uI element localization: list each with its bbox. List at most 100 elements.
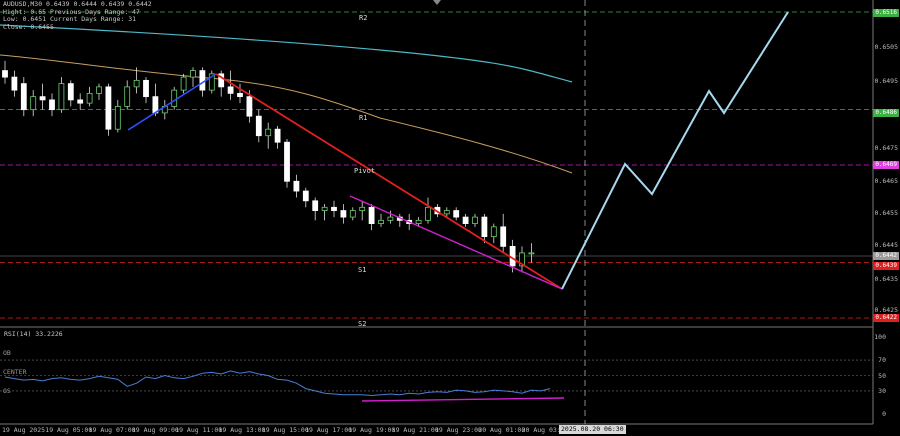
level-s2-label: S2 — [358, 320, 367, 328]
info-line-4: Close: 0.6455 — [3, 22, 54, 31]
projection-path — [561, 11, 789, 290]
candle-bear — [227, 86, 234, 94]
time-axis-label: 19 Aug 19:00 — [348, 426, 396, 434]
candle-bull — [114, 106, 121, 130]
time-axis-label: 19 Aug 09:00 — [131, 426, 179, 434]
ma-slow-line — [0, 24, 573, 83]
candle-bull — [528, 252, 535, 255]
time-axis-label: 19 Aug 15:00 — [261, 426, 309, 434]
candle-bull — [321, 206, 328, 211]
rsi-divergence-line — [361, 397, 565, 402]
candle-bull — [472, 216, 478, 224]
candle-bull — [58, 83, 65, 111]
time-axis-label: 19 Aug 07:00 — [88, 426, 136, 434]
candle-bull — [425, 206, 431, 221]
rsi-axis-label: 100 — [874, 333, 886, 341]
rsi-line — [4, 370, 551, 397]
candle-bear — [77, 99, 84, 104]
chart-shift-arrow-icon[interactable] — [433, 0, 441, 5]
candle-bear — [302, 190, 309, 202]
candle-bull — [96, 86, 102, 94]
candle-bull — [378, 219, 384, 224]
candle-bear — [39, 96, 46, 101]
candle-bull — [265, 128, 272, 137]
candle-bear — [500, 226, 507, 247]
price-axis-label: 0.6475 — [874, 144, 898, 152]
time-axis-label: 19 Aug 05:00 — [45, 426, 93, 434]
candle-bear — [11, 76, 18, 91]
price-tag: 0.6439 — [873, 262, 899, 270]
time-axis-label: 19 Aug 11:00 — [175, 426, 223, 434]
candle-bear — [199, 70, 206, 91]
rsi-ob-label: OB — [3, 349, 11, 357]
price-tag: 0.6422 — [873, 314, 899, 322]
rsi-center-label: CENTER — [3, 368, 27, 376]
candle-bull — [180, 76, 187, 91]
candle-bear — [462, 216, 469, 224]
candle-bear — [49, 99, 55, 111]
time-axis-label: 19 Aug 13:00 — [218, 426, 266, 434]
time-axis-label: 19 Aug 2025 — [2, 426, 46, 434]
price-tag: 0.6516 — [873, 9, 899, 17]
time-axis-label: 19 Aug 21:00 — [391, 426, 439, 434]
price-axis-label: 0.6455 — [874, 209, 898, 217]
time-axis-label: 19 Aug 17:00 — [305, 426, 353, 434]
candle-bear — [143, 79, 149, 98]
price-axis-label: 0.6505 — [874, 43, 898, 51]
candle-bear — [152, 96, 159, 114]
level-pivot-label: Pivot — [354, 167, 376, 175]
candle-bear — [331, 206, 337, 211]
candle-bull — [415, 219, 422, 224]
price-chart-canvas[interactable] — [0, 0, 900, 436]
candle-bear — [340, 210, 347, 218]
level-r1-label: R1 — [359, 114, 368, 122]
price-axis-label: 0.6465 — [874, 177, 898, 185]
rsi-axis-label: 70 — [878, 356, 886, 365]
trend-line-blue — [127, 73, 217, 131]
rsi-title: RSI(14) 33.2226 — [4, 330, 63, 338]
candle-bull — [443, 210, 450, 215]
candle-bull — [387, 216, 394, 221]
candle-bear — [293, 180, 300, 192]
price-tag: 0.6442 — [873, 252, 899, 260]
candle-bear — [246, 96, 253, 117]
level-r2-label: R2 — [359, 14, 368, 22]
time-axis-label: 20 Aug 01:00 — [478, 426, 526, 434]
chart-info-box: AUDUSD,M30 0.6439 0.6444 0.6439 0.6442 H… — [3, 0, 152, 31]
rsi-axis-label: 0 — [882, 410, 886, 418]
candle-bear — [284, 141, 290, 182]
candle-bull — [124, 86, 131, 107]
candle-bull — [490, 226, 497, 238]
candle-bear — [453, 210, 460, 218]
price-axis-label: 0.6425 — [874, 306, 898, 314]
candle-bear — [237, 92, 243, 98]
candle-bear — [509, 245, 516, 267]
rsi-os-label: OS — [3, 387, 11, 395]
rsi-axis-label: 30 — [878, 386, 886, 395]
candle-bull — [349, 210, 356, 218]
time-axis-label: 19 Aug 23:00 — [435, 426, 482, 434]
candle-bear — [274, 128, 281, 143]
chart-window[interactable]: AUDUSD,M30 0.6439 0.6444 0.6439 0.6442 H… — [0, 0, 900, 436]
rsi-axis-label: 50 — [878, 371, 886, 380]
candle-bull — [359, 206, 366, 211]
price-tag: 0.6486 — [873, 109, 899, 117]
price-tag: 0.6469 — [873, 161, 899, 169]
candle-bear — [67, 83, 74, 101]
price-axis-label: 0.6435 — [874, 275, 898, 283]
candle-bull — [30, 96, 37, 111]
candle-bear — [20, 83, 27, 111]
candle-bull — [190, 70, 196, 78]
candle-bear — [368, 206, 375, 224]
candle-bear — [312, 200, 319, 211]
trend-line-red — [215, 73, 563, 290]
price-axis-label: 0.6445 — [874, 241, 898, 249]
candle-bull — [133, 79, 140, 88]
candle-bull — [171, 89, 178, 107]
candle-bear — [105, 86, 112, 130]
current-time-tag: 2025.08.20 06:30 — [559, 425, 626, 434]
candle-bear — [255, 115, 262, 137]
candle-bull — [86, 92, 93, 104]
level-s1-label: S1 — [358, 266, 367, 274]
price-axis-label: 0.6495 — [874, 77, 898, 85]
